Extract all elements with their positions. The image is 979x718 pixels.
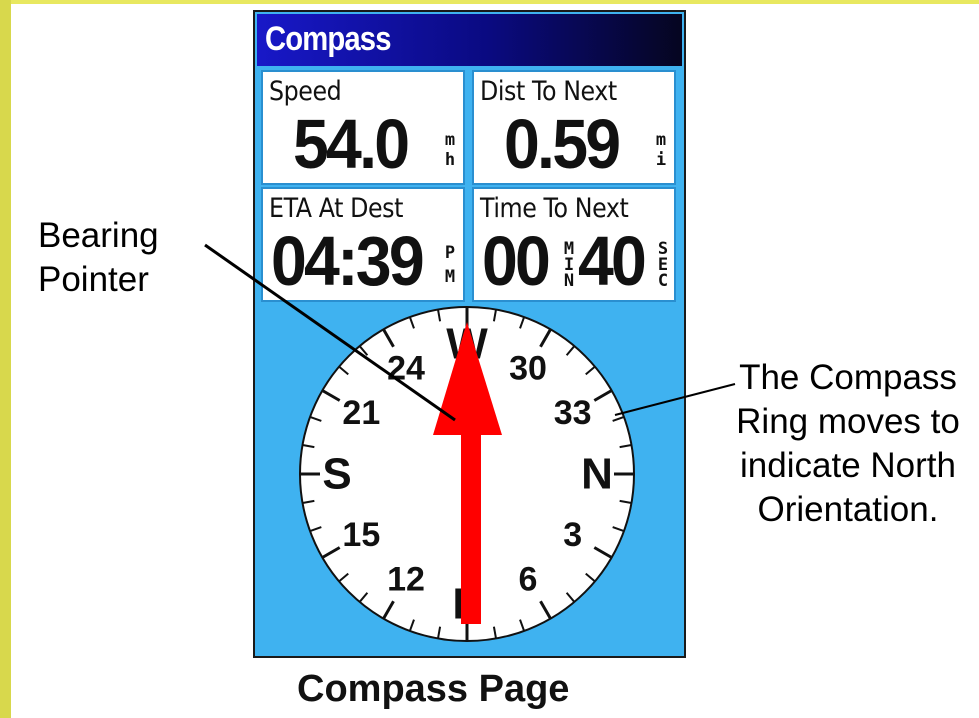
compass-label-3: 3 xyxy=(563,516,582,554)
compass-label-24: 24 xyxy=(387,349,425,387)
ring-line-4: Orientation. xyxy=(757,490,939,529)
bearing-line-2: Pointer xyxy=(38,260,149,299)
compass-ring-leader-line xyxy=(614,383,736,416)
ring-line-3: indicate North xyxy=(740,446,956,485)
compass-label-6: 6 xyxy=(519,561,538,599)
bearing-line-1: Bearing xyxy=(38,216,159,255)
compass-label-30: 30 xyxy=(509,349,547,387)
compass-label-12: 12 xyxy=(387,561,425,599)
compass-label-33: 33 xyxy=(554,394,592,432)
ring-line-1: The Compass xyxy=(739,358,957,397)
compass-label-21: 21 xyxy=(342,394,380,432)
compass-label-15: 15 xyxy=(342,516,380,554)
compass-label-n: N xyxy=(581,450,613,499)
compass-ring-annotation: The Compass Ring moves to indicate North… xyxy=(723,356,973,532)
ring-line-2: Ring moves to xyxy=(736,402,960,441)
figure-caption: Compass Page xyxy=(297,668,570,710)
pointer-shaft xyxy=(461,432,481,624)
compass-label-s: S xyxy=(322,450,351,499)
bearing-pointer-annotation: Bearing Pointer xyxy=(38,214,159,302)
